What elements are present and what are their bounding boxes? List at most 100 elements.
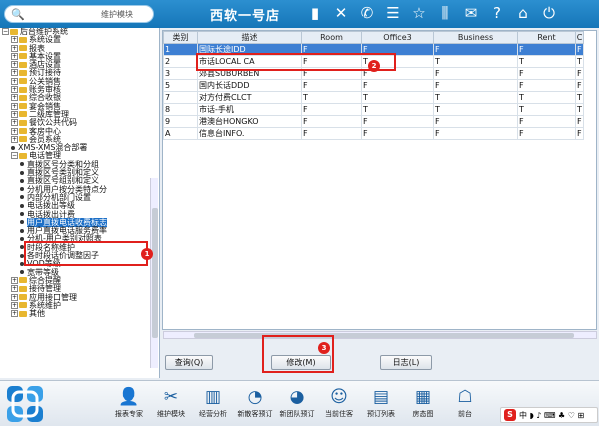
expand-toggle-icon[interactable]: − <box>2 28 9 35</box>
home-icon[interactable]: ⌂ <box>514 4 532 22</box>
phone-icon[interactable]: ✆ <box>358 4 376 22</box>
star-icon[interactable]: ☆ <box>410 4 428 22</box>
table-cell[interactable]: 1 <box>163 43 198 56</box>
table-cell[interactable]: T <box>575 91 584 104</box>
log-button[interactable]: 日志(L) <box>380 355 432 370</box>
tray-icons[interactable]: 中 ◗ ♪ ⌨ ♣ ♡ ⊞ <box>519 410 584 421</box>
table-cell[interactable]: F <box>361 115 434 128</box>
table-cell[interactable]: A <box>163 127 198 140</box>
column-header[interactable]: 描述 <box>197 31 302 44</box>
expand-toggle-icon[interactable]: + <box>11 61 18 69</box>
expand-toggle-icon[interactable]: + <box>11 69 18 77</box>
module-search[interactable]: 🔍 维护模块 <box>4 5 154 23</box>
column-header[interactable]: Rent <box>517 31 576 44</box>
columns-icon[interactable]: ⫼ <box>436 4 454 22</box>
tree-item[interactable]: + 应用接口管理 <box>2 293 148 302</box>
tree-scrollbar[interactable] <box>150 178 158 368</box>
table-cell[interactable]: F <box>433 43 518 56</box>
table-cell[interactable]: F <box>301 127 362 140</box>
tools-icon[interactable]: ✕ <box>332 4 350 22</box>
expand-toggle-icon[interactable]: + <box>11 77 18 85</box>
tree-item[interactable]: + 综合收银 <box>2 94 148 102</box>
sogou-icon[interactable]: S <box>504 409 516 421</box>
table-cell[interactable]: F <box>575 115 584 128</box>
table-cell[interactable]: F <box>301 115 362 128</box>
table-cell[interactable]: F <box>517 115 576 128</box>
expand-toggle-icon[interactable]: + <box>11 52 18 60</box>
grid-horizontal-scrollbar[interactable] <box>163 331 597 339</box>
table-cell[interactable]: T <box>517 103 576 116</box>
expand-toggle-icon[interactable]: + <box>11 102 18 110</box>
table-row[interactable]: 5 国内长话DDD F F F F F <box>163 79 584 92</box>
dock-item[interactable]: ◔ 新散客预订 <box>234 385 276 419</box>
tree-scroll-thumb[interactable] <box>152 208 158 338</box>
tree-item[interactable]: + 系统维护 <box>2 301 148 310</box>
table-cell[interactable]: F <box>361 79 434 92</box>
tree-item[interactable]: + 公关销售 <box>2 77 148 86</box>
expand-toggle-icon[interactable]: − <box>11 152 18 160</box>
table-cell[interactable]: F <box>517 67 576 80</box>
table-row[interactable]: A 信息台INFO. F F F F F <box>163 127 584 140</box>
grid-scroll-thumb[interactable] <box>194 333 574 338</box>
dock-item[interactable]: ▤ 预订列表 <box>360 385 402 419</box>
expand-toggle-icon[interactable]: + <box>11 135 18 143</box>
table-cell[interactable]: F <box>301 103 362 116</box>
table-cell[interactable]: F <box>575 43 584 56</box>
table-cell[interactable]: T <box>575 103 584 116</box>
table-cell[interactable]: F <box>575 127 584 140</box>
table-cell[interactable]: F <box>517 79 576 92</box>
table-cell[interactable]: F <box>433 127 518 140</box>
table-cell[interactable]: 8 <box>163 103 198 116</box>
dock-item[interactable]: ☖ 前台 <box>444 385 486 419</box>
dock-item[interactable]: ▥ 经营分析 <box>192 385 234 419</box>
table-cell[interactable]: F <box>517 43 576 56</box>
table-cell[interactable]: T <box>361 103 434 116</box>
tree-item[interactable]: 电话拨出等级 <box>2 202 148 210</box>
tree-item[interactable]: + 报表 <box>2 44 148 53</box>
tree-item[interactable]: + 系统设置 <box>2 36 148 44</box>
table-cell[interactable]: T <box>433 55 518 68</box>
tree-item[interactable]: − 后台维护系统 <box>2 28 148 36</box>
mail-icon[interactable]: ✉ <box>462 4 480 22</box>
table-cell[interactable]: F <box>301 79 362 92</box>
table-cell[interactable]: F <box>361 127 434 140</box>
dock-item[interactable]: ☺ 当前住客 <box>318 385 360 419</box>
table-cell[interactable]: T <box>433 91 518 104</box>
table-cell[interactable]: 5 <box>163 79 198 92</box>
table-cell[interactable]: 国内长话DDD <box>197 79 302 92</box>
table-cell[interactable]: F <box>433 115 518 128</box>
column-header[interactable]: Room <box>301 31 362 44</box>
dock-item[interactable]: ✂ 维护模块 <box>150 385 192 419</box>
table-cell[interactable]: F <box>575 79 584 92</box>
tree-item[interactable]: + 客房中心 <box>2 127 148 136</box>
table-cell[interactable]: 3 <box>163 67 198 80</box>
tree-item[interactable]: 宽带等级 <box>2 268 148 277</box>
table-cell[interactable]: 市话-手机 <box>197 103 302 116</box>
expand-toggle-icon[interactable]: + <box>11 44 18 52</box>
expand-toggle-icon[interactable]: + <box>11 285 18 293</box>
table-cell[interactable]: 9 <box>163 115 198 128</box>
table-row[interactable]: 9 港澳台HONGKO F F F F F <box>163 115 584 128</box>
table-cell[interactable]: 7 <box>163 91 198 104</box>
list-icon[interactable]: ☰ <box>384 4 402 22</box>
table-cell[interactable]: F <box>433 67 518 80</box>
expand-toggle-icon[interactable]: + <box>11 276 18 284</box>
expand-toggle-icon[interactable]: + <box>11 310 18 318</box>
tree-item[interactable]: + 综合提醒 <box>2 276 148 285</box>
signal-icon[interactable]: ▮ <box>306 4 324 22</box>
table-cell[interactable]: T <box>517 91 576 104</box>
table-cell[interactable]: F <box>433 79 518 92</box>
tree-item[interactable]: + 宴会销售 <box>2 102 148 111</box>
table-row[interactable]: 7 对方付费CLCT T T T T T <box>163 91 584 104</box>
table-cell[interactable]: 信息台INFO. <box>197 127 302 140</box>
expand-toggle-icon[interactable]: + <box>11 293 18 301</box>
dock-item[interactable]: ▦ 房态图 <box>402 385 444 419</box>
expand-toggle-icon[interactable]: + <box>11 301 18 309</box>
table-cell[interactable]: T <box>361 91 434 104</box>
tree-item[interactable]: XMS-XMS混合部署 <box>2 144 148 152</box>
table-cell[interactable]: F <box>517 127 576 140</box>
expand-toggle-icon[interactable]: + <box>11 127 18 135</box>
expand-toggle-icon[interactable]: + <box>11 36 18 44</box>
expand-toggle-icon[interactable]: + <box>11 86 18 94</box>
dock-item[interactable]: 👤 报表专家 <box>108 385 150 419</box>
